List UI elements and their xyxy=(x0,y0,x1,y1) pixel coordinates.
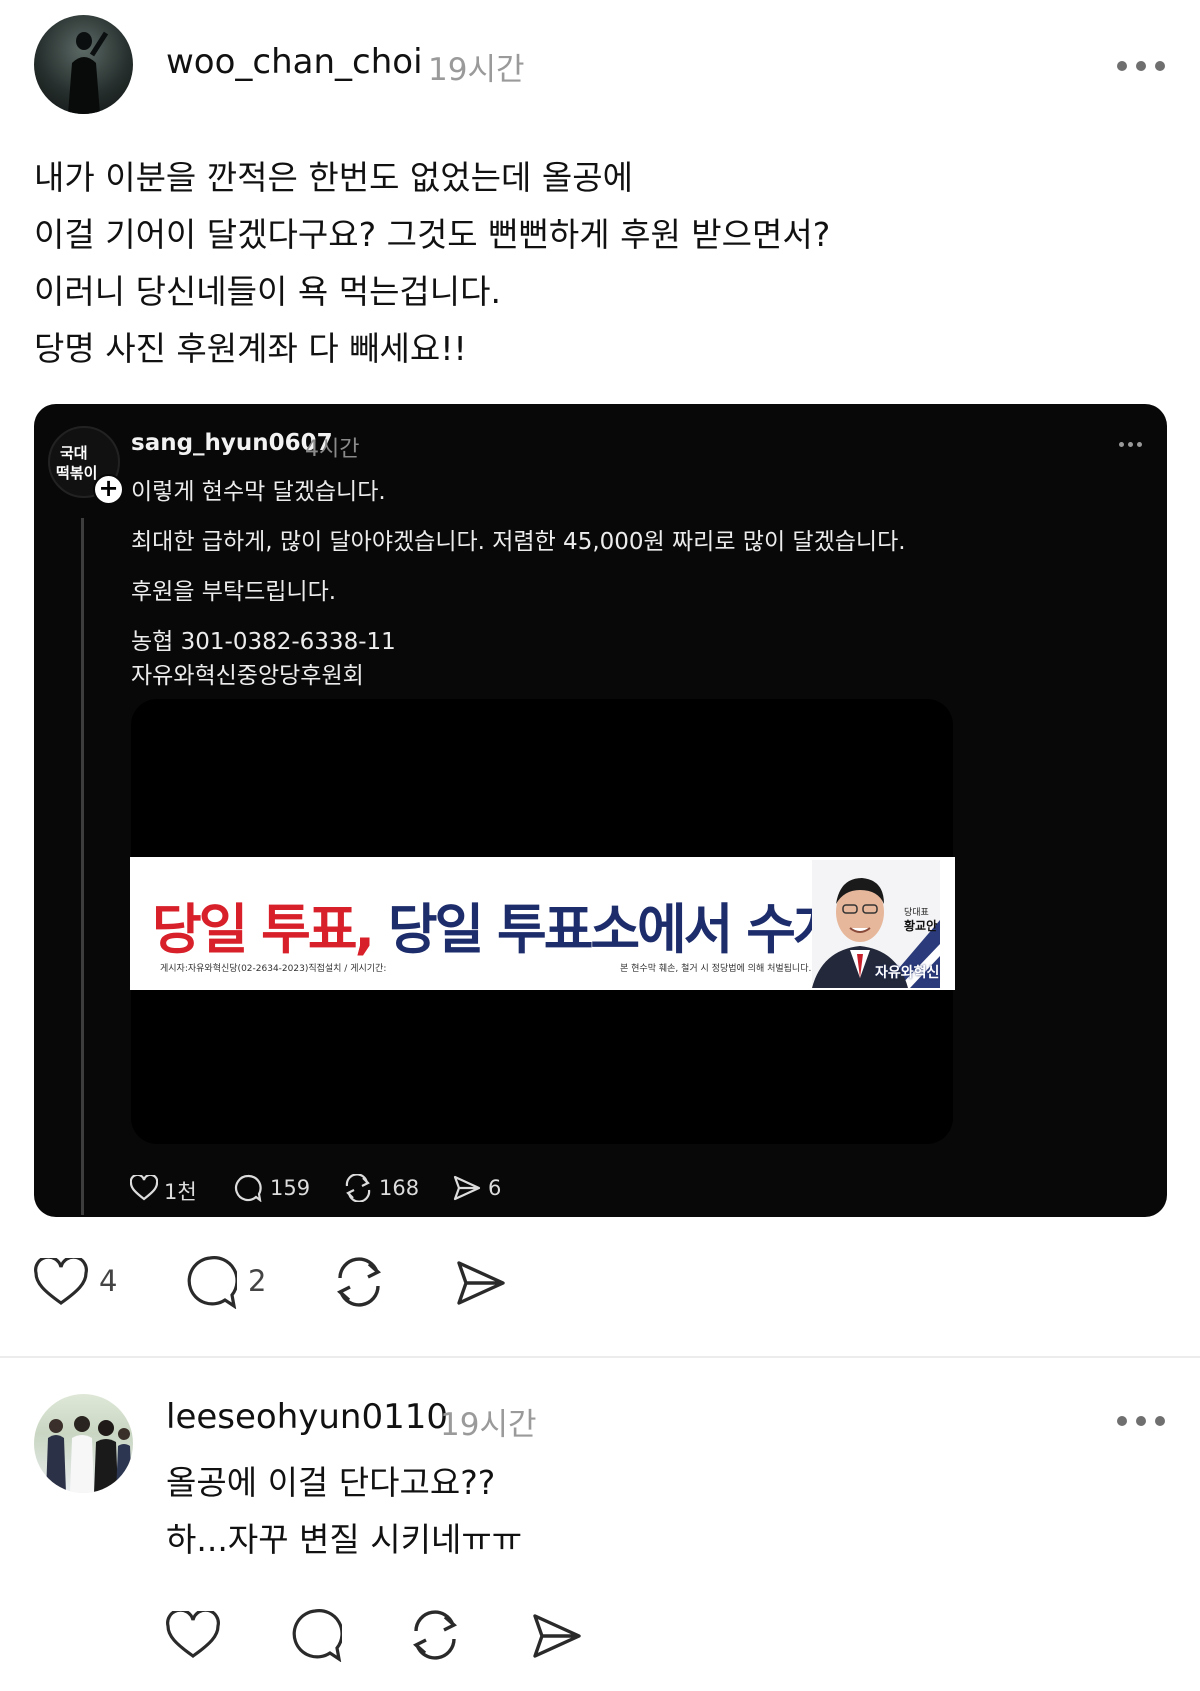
dot-icon xyxy=(1117,1416,1127,1426)
like-count: 4 xyxy=(99,1264,118,1298)
avatar-figure-icon xyxy=(68,31,109,114)
follow-plus-icon[interactable]: + xyxy=(93,474,124,505)
more-options-button[interactable] xyxy=(1117,61,1165,71)
quoted-like-count: 1천 xyxy=(164,1180,197,1204)
post-text-line: 이걸 기어이 달겠다구요? 그것도 뻔뻔하게 후원 받으면서? xyxy=(34,215,831,254)
quoted-text-line: 후원을 부탁드립니다. xyxy=(131,579,337,605)
reply-share-icon[interactable] xyxy=(532,1613,582,1659)
quoted-username[interactable]: sang_hyun0607 xyxy=(131,430,333,456)
post-time: 19시간 xyxy=(428,52,525,88)
reply-text-line: 하...자꾸 변질 시키네ㅠㅠ xyxy=(166,1520,523,1559)
repost-icon[interactable] xyxy=(333,1256,385,1308)
author-username[interactable]: woo_chan_choi xyxy=(166,42,423,82)
quoted-time: 4시간 xyxy=(305,437,360,462)
post-divider xyxy=(0,1356,1200,1358)
dot-icon xyxy=(1136,1416,1146,1426)
quoted-like-icon[interactable] xyxy=(130,1175,158,1201)
avatar-text: 떡볶이 xyxy=(56,464,98,482)
quoted-text-line: 최대한 급하게, 많이 달아야겠습니다. 저렴한 45,000원 짜리로 많이 … xyxy=(131,529,906,555)
banner-title: 당일 투표, 당일 투표소에서 수개표 xyxy=(152,885,889,964)
quoted-text-line: 농협 301-0382-6338-11 xyxy=(131,629,396,655)
candidate-name: 황교안 xyxy=(904,919,938,933)
reply-more-options-button[interactable] xyxy=(1117,1416,1165,1426)
quoted-share-icon[interactable] xyxy=(453,1175,481,1201)
quoted-comment-icon[interactable] xyxy=(234,1174,262,1202)
avatar-text: 국대 xyxy=(60,444,88,462)
dot-icon xyxy=(1136,61,1146,71)
avatar-people-icon xyxy=(46,1416,132,1493)
share-icon[interactable] xyxy=(456,1260,506,1306)
thread-line xyxy=(81,518,84,1215)
post-text-line: 당명 사진 후원계좌 다 빼세요!! xyxy=(34,329,467,368)
reply-time: 19시간 xyxy=(440,1407,537,1443)
quoted-share-count: 6 xyxy=(488,1176,502,1200)
banner-notice-right: 본 현수막 훼손, 철거 시 정당법에 의해 처벌됩니다. xyxy=(620,964,812,974)
reply-author-avatar[interactable] xyxy=(34,1394,133,1493)
post-text-line: 내가 이분을 깐적은 한번도 없었는데 올공에 xyxy=(34,158,633,197)
quoted-repost-icon[interactable] xyxy=(343,1174,373,1202)
party-logo-text: 자유와혁신 xyxy=(875,965,940,981)
author-avatar[interactable] xyxy=(34,15,133,114)
dot-icon xyxy=(1155,1416,1165,1426)
quoted-more-icon[interactable] xyxy=(1119,442,1142,447)
reply-repost-icon[interactable] xyxy=(409,1609,461,1661)
post-body: 내가 이분을 깐적은 한번도 없었는데 올공에 이걸 기어이 달겠다구요? 그것… xyxy=(34,149,830,377)
quoted-text-line: 이렇게 현수막 달겠습니다. xyxy=(131,479,386,505)
quoted-comment-count: 159 xyxy=(270,1176,311,1200)
reply-like-icon[interactable] xyxy=(166,1611,220,1659)
banner-title-red: 당일 투표, xyxy=(152,898,375,961)
dot-icon xyxy=(1155,61,1165,71)
reply-username[interactable]: leeseohyun0110 xyxy=(166,1397,448,1437)
post-text-line: 이러니 당신네들이 욕 먹는겁니다. xyxy=(34,272,501,311)
reply-body: 올공에 이걸 단다고요?? 하...자꾸 변질 시키네ㅠㅠ xyxy=(166,1454,522,1568)
like-icon[interactable] xyxy=(34,1258,88,1306)
comment-count: 2 xyxy=(248,1264,267,1298)
comment-icon[interactable] xyxy=(183,1255,237,1309)
dot-icon xyxy=(1117,61,1127,71)
reply-comment-icon[interactable] xyxy=(288,1608,342,1662)
quoted-repost-count: 168 xyxy=(379,1176,420,1200)
reply-text-line: 올공에 이걸 단다고요?? xyxy=(166,1463,496,1502)
banner-notice-left: 게시자:자유와혁신당(02-2634-2023)직접설치 / 게시기간: xyxy=(160,964,387,974)
campaign-banner-image: 당일 투표, 당일 투표소에서 수개표 게시자:자유와혁신당(02-2634-2… xyxy=(130,857,955,990)
quoted-text-line: 자유와혁신중앙당후원회 xyxy=(131,663,364,689)
